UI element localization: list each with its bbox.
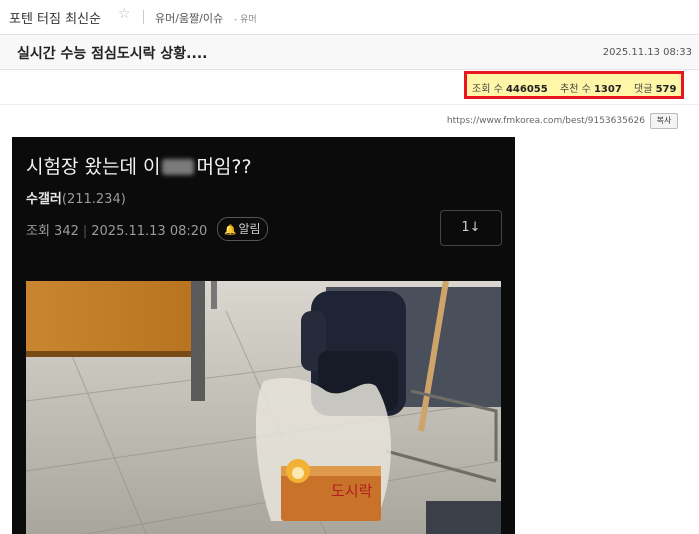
embedded-title-start: 시험장 왔는데 이 <box>26 156 161 178</box>
lunchbox-photo: 도시락 <box>26 281 501 534</box>
embedded-views: 조회 342 <box>26 224 79 239</box>
post-date: 2025.11.13 08:33 <box>602 47 692 58</box>
post-stats: 조회 수 446055 추천 수 1307 댓글 579 <box>464 71 684 99</box>
embedded-meta: 조회 342 | 2025.11.13 08:20 <box>26 220 207 239</box>
embedded-date: 2025.11.13 08:20 <box>91 224 208 239</box>
post-url[interactable]: https://www.fmkorea.com/best/9153635626 <box>447 116 645 126</box>
blurred-text <box>162 159 195 175</box>
alarm-label: 알림 <box>238 222 261 236</box>
embedded-author: 수갤러(211.234) <box>26 188 126 207</box>
bell-icon: 🔔 <box>224 225 237 236</box>
star-icon[interactable]: ☆ <box>118 6 131 22</box>
recommends-stat: 추천 수 1307 <box>560 80 622 95</box>
bag-label: 도시락 <box>331 482 373 500</box>
photo-illustration: 도시락 <box>26 281 501 534</box>
copy-url-button[interactable]: 복사 <box>650 113 678 129</box>
sort-button: 1↓ <box>440 210 502 246</box>
views-stat: 조회 수 446055 <box>472 80 548 95</box>
board-header: 포텐 터짐 최신순 ☆ 유머/움짤/이슈 - 유머 <box>0 0 699 35</box>
author-ip: (211.234) <box>61 192 126 207</box>
meta-separator: | <box>82 224 88 239</box>
embedded-screenshot: 시험장 왔는데 이 머임?? 수갤러(211.234) 조회 342 | 2025.1… <box>12 137 515 534</box>
divider <box>143 10 144 24</box>
comments-stat[interactable]: 댓글 579 <box>634 80 676 95</box>
embedded-post-title: 시험장 왔는데 이 머임?? <box>26 152 252 179</box>
post-title: 실시간 수능 점심도시락 상황.... <box>17 46 208 62</box>
category-link[interactable]: 유머/움짤/이슈 <box>155 10 223 26</box>
content-divider <box>0 104 699 105</box>
recommends-count: 1307 <box>593 84 622 95</box>
embedded-title-end: 머임?? <box>196 156 252 178</box>
comments-count: 579 <box>655 84 677 95</box>
comments-label: 댓글 <box>634 84 653 95</box>
subcategory-label[interactable]: - 유머 <box>234 12 257 25</box>
author-name: 수갤러 <box>26 192 62 207</box>
views-count: 446055 <box>505 84 548 95</box>
recommends-label: 추천 수 <box>560 84 591 95</box>
alarm-button: 🔔 알림 <box>217 217 268 241</box>
board-title[interactable]: 포텐 터짐 최신순 <box>9 8 101 27</box>
post-title-bar: 실시간 수능 점심도시락 상황.... 2025.11.13 08:33 <box>0 35 699 70</box>
views-label: 조회 수 <box>472 84 503 95</box>
